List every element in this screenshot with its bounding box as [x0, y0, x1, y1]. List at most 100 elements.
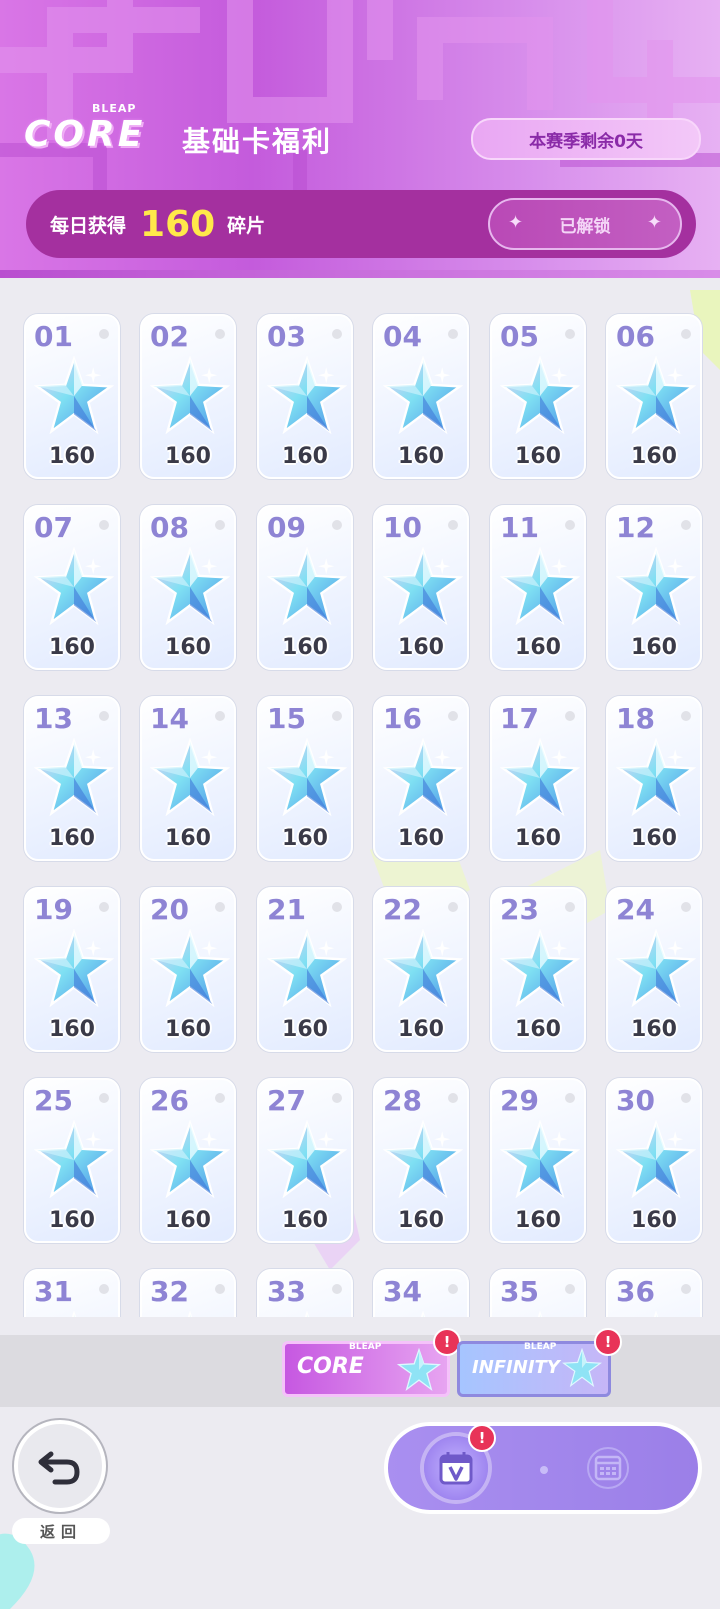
reward-card[interactable]: 22 160	[373, 887, 469, 1052]
star-crystal-icon	[34, 738, 114, 817]
reward-card[interactable]: 29 160	[490, 1078, 586, 1243]
claim-status-dot	[215, 1093, 225, 1103]
reward-amount: 160	[282, 1208, 328, 1233]
star-crystal-icon	[616, 1120, 696, 1199]
tab-core-small-text: BLEAP	[349, 1342, 382, 1352]
star-crystal-icon	[71, 1311, 77, 1317]
unlock-status-button[interactable]: ✦ 已解锁 ✦	[488, 198, 682, 250]
claim-status-dot	[565, 329, 575, 339]
tab-infinity-card[interactable]: BLEAP INFINITY !	[457, 1328, 622, 1397]
star-crystal-icon	[150, 547, 230, 626]
reward-day-number: 29	[500, 1084, 539, 1117]
reward-card[interactable]: 01 160	[24, 314, 120, 479]
sparkle-icon: ✦	[646, 212, 662, 233]
reward-card[interactable]: 27 160	[257, 1078, 353, 1243]
reward-amount: 160	[49, 1017, 95, 1042]
reward-amount: 160	[631, 826, 677, 851]
star-crystal-icon	[150, 929, 230, 1008]
back-button[interactable]	[14, 1420, 106, 1512]
reward-card[interactable]: 18 160	[606, 696, 702, 861]
claim-status-dot	[681, 1093, 691, 1103]
back-label: 返回	[12, 1518, 110, 1544]
reward-card[interactable]: 06 160	[606, 314, 702, 479]
star-crystal-icon	[616, 356, 696, 435]
tab-core-card[interactable]: BLEAP CORE !	[282, 1328, 461, 1397]
reward-day-number: 36	[616, 1275, 655, 1308]
reward-day-number: 02	[150, 320, 189, 353]
reward-amount: 160	[398, 1017, 444, 1042]
reward-card[interactable]: 23 160	[490, 887, 586, 1052]
reward-card[interactable]: 16 160	[373, 696, 469, 861]
star-crystal-icon	[383, 547, 463, 626]
reward-card[interactable]: 15 160	[257, 696, 353, 861]
daily-label-suffix: 碎片	[227, 214, 266, 237]
reward-day-number: 15	[267, 702, 306, 735]
claim-status-dot	[99, 329, 109, 339]
reward-card[interactable]: 14 160	[140, 696, 236, 861]
reward-card[interactable]: 20 160	[140, 887, 236, 1052]
calendar-grid-button[interactable]	[578, 1438, 638, 1498]
reward-grid[interactable]: 01 160 02 160 03 160 04 160 05 160 06 160 07 160 08 160…	[0, 290, 720, 1317]
calendar-switcher[interactable]: !	[384, 1422, 702, 1514]
daily-label-prefix: 每日获得	[50, 214, 127, 237]
reward-amount: 160	[49, 826, 95, 851]
star-crystal-icon	[267, 929, 347, 1008]
reward-card[interactable]: 24 160	[606, 887, 702, 1052]
reward-card[interactable]: 25 160	[24, 1078, 120, 1243]
reward-day-number: 08	[150, 511, 189, 544]
reward-card[interactable]: 30 160	[606, 1078, 702, 1243]
reward-card[interactable]: 32160	[140, 1269, 236, 1317]
reward-day-number: 07	[34, 511, 73, 544]
logo-main-text: CORE	[24, 114, 146, 155]
reward-card[interactable]: 08 160	[140, 505, 236, 670]
reward-day-number: 13	[34, 702, 73, 735]
star-crystal-icon	[34, 547, 114, 626]
reward-card[interactable]: 07 160	[24, 505, 120, 670]
reward-card[interactable]: 11 160	[490, 505, 586, 670]
star-crystal-icon	[420, 1311, 426, 1317]
season-remaining-text: 本赛季剩余0天	[529, 131, 643, 152]
reward-card[interactable]: 36160	[606, 1269, 702, 1317]
reward-card[interactable]: 33160	[257, 1269, 353, 1317]
reward-card[interactable]: 26 160	[140, 1078, 236, 1243]
calendar-v-button[interactable]: !	[424, 1424, 496, 1500]
reward-day-number: 05	[500, 320, 539, 353]
reward-amount: 160	[515, 1208, 561, 1233]
claim-status-dot	[332, 902, 342, 912]
reward-card[interactable]: 09 160	[257, 505, 353, 670]
reward-card[interactable]: 10 160	[373, 505, 469, 670]
reward-amount: 160	[282, 826, 328, 851]
star-crystal-icon	[500, 547, 580, 626]
reward-card[interactable]: 28 160	[373, 1078, 469, 1243]
reward-card[interactable]: 31160	[24, 1269, 120, 1317]
unlock-status-text: 已解锁	[559, 216, 611, 237]
star-crystal-icon	[267, 547, 347, 626]
reward-day-number: 27	[267, 1084, 306, 1117]
reward-amount: 160	[165, 826, 211, 851]
reward-card[interactable]: 13 160	[24, 696, 120, 861]
reward-card[interactable]: 02 160	[140, 314, 236, 479]
reward-day-number: 01	[34, 320, 73, 353]
reward-card[interactable]: 34160	[373, 1269, 469, 1317]
reward-card[interactable]: 03 160	[257, 314, 353, 479]
sparkle-icon: ✦	[508, 212, 524, 233]
reward-day-number: 03	[267, 320, 306, 353]
tab-infinity-label: INFINITY	[472, 1357, 560, 1378]
claim-status-dot	[448, 1093, 458, 1103]
reward-amount: 160	[165, 444, 211, 469]
daily-reward-bar: 每日获得 160 碎片 ✦ 已解锁 ✦	[26, 190, 696, 258]
switcher-dot	[540, 1466, 548, 1474]
reward-card[interactable]: 12 160	[606, 505, 702, 670]
reward-card[interactable]: 04 160	[373, 314, 469, 479]
reward-card[interactable]: 19 160	[24, 887, 120, 1052]
reward-day-number: 33	[267, 1275, 306, 1308]
reward-card[interactable]: 17 160	[490, 696, 586, 861]
reward-card[interactable]: 35160	[490, 1269, 586, 1317]
claim-status-dot	[565, 1284, 575, 1294]
reward-amount: 160	[165, 1017, 211, 1042]
reward-card[interactable]: 21 160	[257, 887, 353, 1052]
reward-card[interactable]: 05 160	[490, 314, 586, 479]
star-crystal-icon	[562, 1348, 602, 1388]
calendar-v-icon	[439, 1452, 473, 1485]
star-crystal-icon	[616, 929, 696, 1008]
